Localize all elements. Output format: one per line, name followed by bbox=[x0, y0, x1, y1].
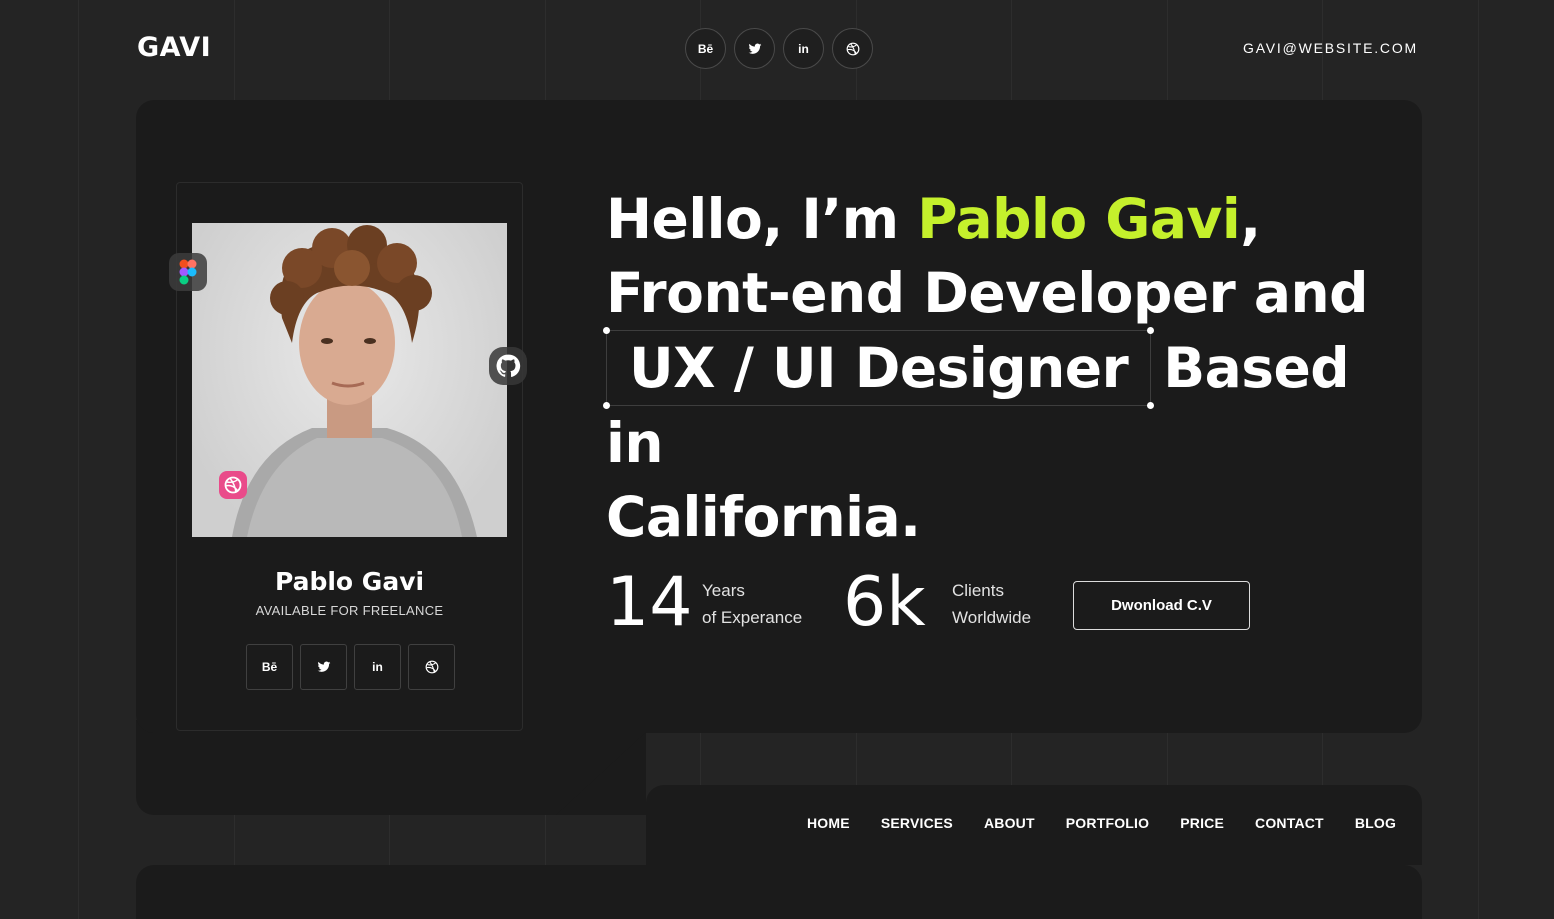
nav-about[interactable]: ABOUT bbox=[984, 815, 1035, 831]
header-social-links: Bē in bbox=[685, 28, 873, 69]
twitter-icon[interactable] bbox=[734, 28, 775, 69]
contact-email-link[interactable]: GAVI@WEBSITE.COM bbox=[1243, 40, 1418, 56]
grid-line bbox=[78, 0, 79, 919]
nav-blog[interactable]: BLOG bbox=[1355, 815, 1396, 831]
download-cv-button[interactable]: Dwonload C.V bbox=[1073, 581, 1250, 630]
dribbble-icon[interactable] bbox=[832, 28, 873, 69]
behance-icon[interactable]: Bē bbox=[685, 28, 726, 69]
headline-line-1: Hello, I’m Pablo Gavi, bbox=[606, 182, 1396, 256]
behance-icon[interactable]: Bē bbox=[246, 644, 293, 690]
site-logo[interactable]: GAVI bbox=[137, 32, 211, 63]
dribbble-icon bbox=[219, 471, 247, 499]
stat-clients-label-line2: Worldwide bbox=[952, 608, 1032, 627]
selection-handle bbox=[1147, 327, 1155, 334]
nav-portfolio[interactable]: PORTFOLIO bbox=[1066, 815, 1149, 831]
selection-handle bbox=[603, 327, 610, 334]
stat-clients-label: Clients Worldwide bbox=[952, 577, 1031, 631]
stat-clients-value: 6k bbox=[843, 563, 926, 642]
twitter-icon[interactable] bbox=[300, 644, 347, 690]
main-nav: HOME SERVICES ABOUT PORTFOLIO PRICE CONT… bbox=[807, 815, 1396, 831]
headline-line-4: California. bbox=[606, 485, 921, 549]
nav-services[interactable]: SERVICES bbox=[881, 815, 953, 831]
headline-line-3: UX / UI Designer Based in bbox=[603, 327, 1396, 480]
nav-contact[interactable]: CONTACT bbox=[1255, 815, 1324, 831]
next-section-panel bbox=[136, 865, 1422, 919]
profile-social-links: Bē in bbox=[246, 644, 455, 690]
headline-name: Pablo Gavi bbox=[917, 187, 1241, 251]
dribbble-icon[interactable] bbox=[408, 644, 455, 690]
grid-line bbox=[1478, 0, 1479, 919]
stat-clients-label-line1: Clients bbox=[952, 581, 1004, 600]
figma-icon bbox=[169, 253, 207, 291]
github-icon bbox=[489, 347, 527, 385]
stat-years-value: 14 bbox=[606, 563, 693, 642]
nav-price[interactable]: PRICE bbox=[1180, 815, 1224, 831]
linkedin-icon[interactable]: in bbox=[354, 644, 401, 690]
headline-role: UX / UI Designer bbox=[629, 336, 1129, 400]
headline-greeting: Hello, I’m bbox=[606, 187, 918, 251]
stat-years-label-line1: Years bbox=[702, 581, 745, 600]
headline-comma: , bbox=[1240, 187, 1261, 251]
selection-handle bbox=[1147, 402, 1155, 409]
nav-home[interactable]: HOME bbox=[807, 815, 850, 831]
stat-years-label-line2: of Experance bbox=[702, 608, 803, 627]
linkedin-icon[interactable]: in bbox=[783, 28, 824, 69]
stat-years-label: Years of Experance bbox=[702, 577, 802, 631]
hero-headline: Hello, I’m Pablo Gavi, Front-end Develop… bbox=[603, 182, 1396, 554]
headline-line-2: Front-end Developer and bbox=[606, 261, 1369, 325]
profile-availability: AVAILABLE FOR FREELANCE bbox=[255, 603, 444, 618]
profile-card: Pablo Gavi AVAILABLE FOR FREELANCE Bē in bbox=[169, 182, 527, 731]
headline-role-box: UX / UI Designer bbox=[603, 327, 1155, 409]
selection-handle bbox=[603, 402, 610, 409]
profile-name: Pablo Gavi bbox=[274, 567, 425, 596]
